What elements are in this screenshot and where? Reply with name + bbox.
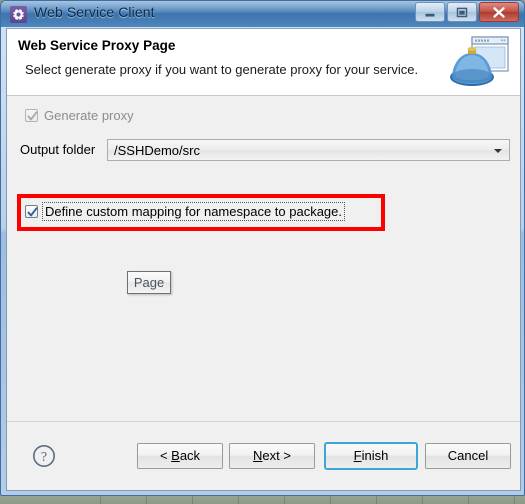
title-bar[interactable]: Web Service Client [1, 1, 524, 27]
generate-proxy-label: Generate proxy [44, 108, 134, 123]
gear-icon [10, 6, 27, 23]
output-folder-label: Output folder [20, 142, 96, 157]
chevron-down-icon[interactable] [494, 149, 502, 153]
dialog-client-area: Web Service Proxy Page Select generate p… [6, 28, 521, 491]
gear-icon-glyph [12, 8, 25, 21]
page-title: Web Service Proxy Page [18, 38, 176, 53]
close-icon-glyph [493, 7, 505, 18]
restore-icon[interactable] [447, 2, 477, 22]
close-icon[interactable] [479, 2, 519, 22]
web-service-server-icon [450, 36, 509, 86]
dialog-footer: ? < Back Next > Finish Cancel [7, 421, 520, 490]
back-button-label: < Back [159, 448, 201, 463]
finish-button-label: Finish [353, 448, 389, 463]
help-question-icon[interactable]: ? [32, 444, 56, 468]
dialog-window: Web Service Client Web Service Proxy Pag… [0, 0, 525, 496]
define-mapping-label: Define custom mapping for namespace to p… [41, 202, 346, 221]
cancel-button[interactable]: Cancel [425, 443, 511, 469]
output-folder-row: Output folder /SSHDemo/src [20, 139, 510, 161]
checkmark-icon [27, 207, 38, 217]
wizard-header: Web Service Proxy Page Select generate p… [7, 29, 520, 96]
next-button-label: Next > [253, 448, 291, 463]
checkmark-icon [27, 111, 38, 121]
minimize-icon-glyph [425, 13, 435, 17]
page-description: Select generate proxy if you want to gen… [25, 62, 419, 77]
back-button[interactable]: < Back [137, 443, 223, 469]
page-button[interactable]: Page [127, 271, 171, 294]
window-title: Web Service Client [34, 4, 155, 20]
minimize-icon[interactable] [415, 2, 445, 22]
output-folder-combobox[interactable]: /SSHDemo/src [107, 139, 510, 161]
define-mapping-checkbox[interactable] [25, 205, 38, 218]
wizard-body: Generate proxy Output folder /SSHDemo/sr… [7, 96, 520, 423]
generate-proxy-row[interactable]: Generate proxy [25, 108, 134, 123]
next-button[interactable]: Next > [229, 443, 315, 469]
define-mapping-row[interactable]: Define custom mapping for namespace to p… [25, 202, 346, 221]
svg-text:?: ? [41, 450, 47, 465]
restore-icon-glyph [456, 7, 468, 18]
finish-button[interactable]: Finish [324, 442, 418, 470]
output-folder-value: /SSHDemo/src [114, 143, 200, 158]
generate-proxy-checkbox [25, 109, 38, 122]
